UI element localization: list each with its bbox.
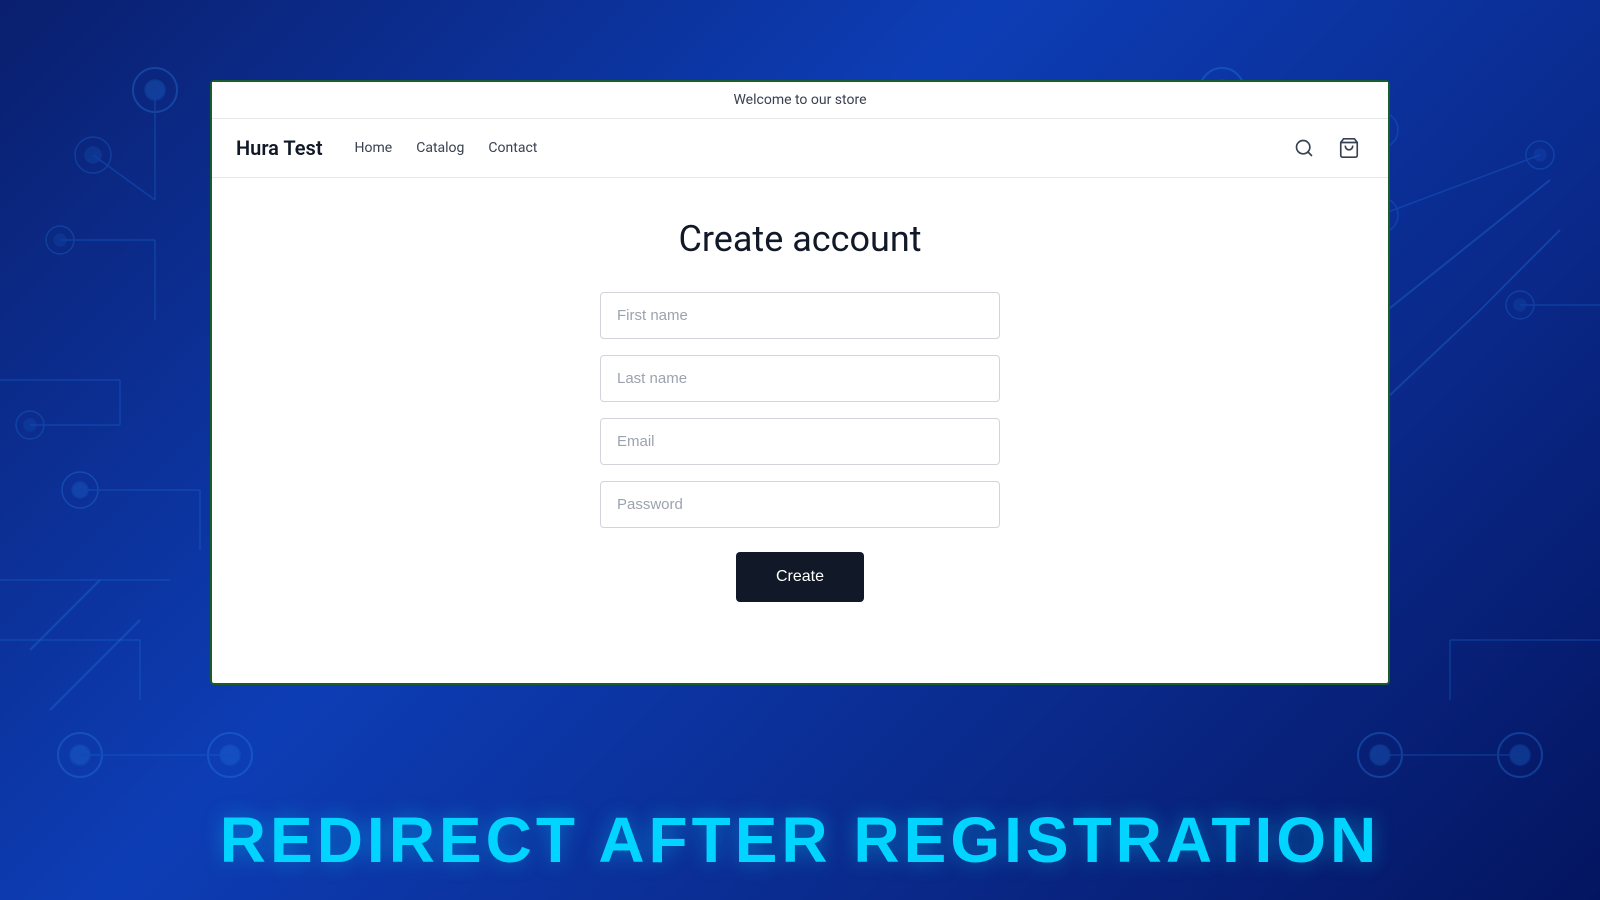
- search-button[interactable]: [1290, 134, 1318, 162]
- first-name-input[interactable]: [600, 292, 1000, 339]
- nav-icons: [1290, 133, 1364, 163]
- bottom-banner-text: REDIRECT AFTER REGISTRATION: [220, 803, 1380, 877]
- nav-link-contact[interactable]: Contact: [488, 140, 537, 156]
- email-input[interactable]: [600, 418, 1000, 465]
- create-button[interactable]: Create: [736, 552, 864, 602]
- nav-bar: Hura Test Home Catalog Contact: [212, 119, 1388, 178]
- nav-link-catalog[interactable]: Catalog: [416, 140, 464, 156]
- last-name-input[interactable]: [600, 355, 1000, 402]
- search-icon: [1294, 138, 1314, 158]
- cart-button[interactable]: [1334, 133, 1364, 163]
- nav-links: Home Catalog Contact: [355, 140, 1290, 156]
- bottom-banner: REDIRECT AFTER REGISTRATION: [0, 780, 1600, 900]
- nav-link-home[interactable]: Home: [355, 140, 393, 156]
- password-input[interactable]: [600, 481, 1000, 528]
- main-card: Welcome to our store Hura Test Home Cata…: [210, 80, 1390, 685]
- nav-brand[interactable]: Hura Test: [236, 136, 323, 160]
- form-title: Create account: [678, 218, 921, 260]
- form-area: Create account Create: [212, 178, 1388, 683]
- cart-icon: [1338, 137, 1360, 159]
- announcement-text: Welcome to our store: [733, 92, 866, 108]
- create-account-form: Create: [600, 292, 1000, 602]
- announcement-bar: Welcome to our store: [212, 82, 1388, 119]
